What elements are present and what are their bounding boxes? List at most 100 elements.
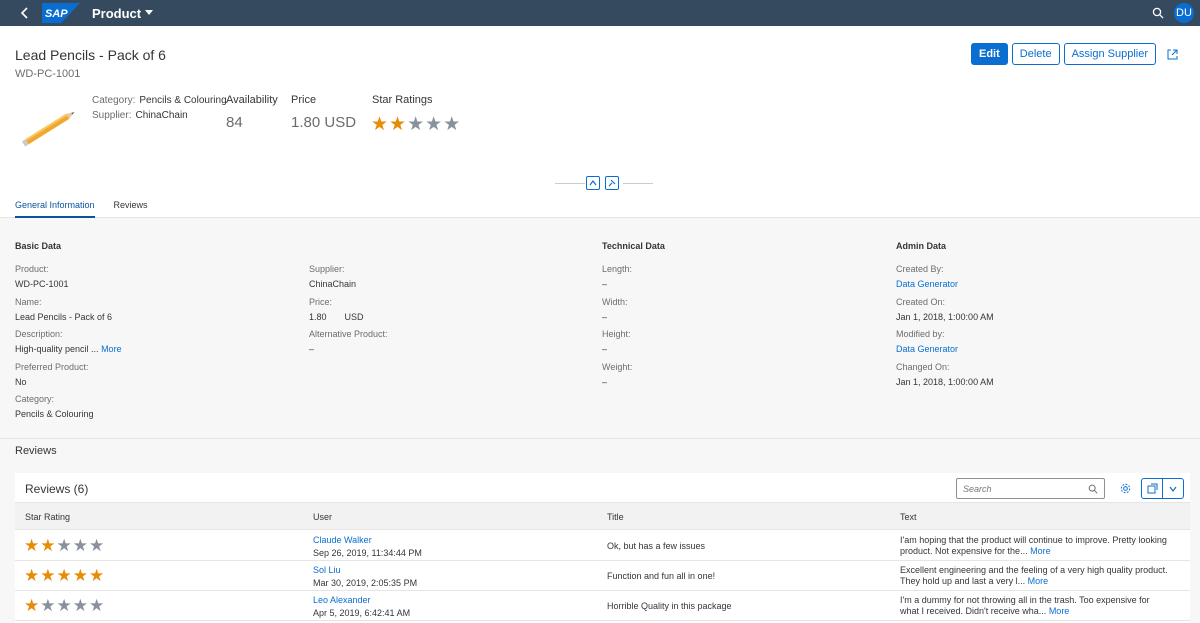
created-by-link[interactable]: Data Generator — [896, 279, 958, 289]
star-filled-icon: ★ — [56, 566, 72, 585]
field-label: Product: — [15, 264, 49, 274]
changed-on-field: Changed On: Jan 1, 2018, 1:00:00 AM — [896, 362, 994, 387]
user-link[interactable]: Leo Alexander — [313, 595, 410, 605]
export-dropdown-button[interactable] — [1162, 479, 1183, 498]
search-icon[interactable] — [1088, 484, 1098, 494]
technical-data-title: Technical Data — [602, 241, 665, 251]
assign-supplier-button[interactable]: Assign Supplier — [1063, 43, 1156, 65]
object-title: Lead Pencils - Pack of 6 — [15, 47, 166, 63]
product-field: Product: WD-PC-1001 — [15, 264, 69, 289]
sap-logo[interactable]: SAP — [42, 3, 80, 23]
star-ratings-label: Star Ratings — [372, 94, 433, 106]
price-label: Price — [291, 94, 317, 106]
preferred-product-field: Preferred Product: No — [15, 362, 89, 387]
supplier-link[interactable]: ChinaChain — [135, 110, 187, 121]
export-menu-button[interactable] — [1141, 478, 1184, 499]
created-by-field: Created By: Data Generator — [896, 264, 958, 289]
table-row[interactable]: ★ ★ ★ ★ ★ Leo Alexander Apr 5, 2019, 6:42:41… — [15, 591, 1190, 621]
supplier-detail-field: Supplier: ChinaChain — [309, 264, 356, 289]
delete-button[interactable]: Delete — [1011, 43, 1060, 65]
review-date: Mar 30, 2019, 2:05:35 PM — [313, 578, 418, 588]
name-field: Name: Lead Pencils - Pack of 6 — [15, 297, 112, 322]
column-header-text[interactable]: Text — [900, 512, 917, 522]
price-value: 1.80 USD — [291, 114, 357, 131]
more-link[interactable]: More — [101, 344, 122, 354]
field-label: Category: — [15, 394, 55, 404]
field-label: Modified by: — [896, 329, 945, 339]
field-value: Pencils & Colouring — [15, 409, 94, 419]
field-value: 1.80 — [309, 312, 327, 322]
star-empty-icon: ★ — [443, 114, 461, 135]
category-field: Category: Pencils & Colouring — [92, 95, 227, 106]
field-value: – — [309, 344, 315, 354]
star-filled-icon: ★ — [40, 536, 56, 555]
pin-header-button[interactable] — [605, 176, 619, 190]
height-field: Height: – — [602, 329, 631, 354]
field-label: Name: — [15, 297, 42, 307]
star-empty-icon: ★ — [425, 114, 443, 135]
gear-icon — [1120, 483, 1130, 494]
field-value-wrap: High-quality pencil ... More — [15, 344, 122, 354]
more-link[interactable]: More — [1030, 546, 1051, 556]
review-text-cell: Excellent engineering and the feeling of… — [900, 565, 1170, 587]
more-link[interactable]: More — [1028, 576, 1049, 586]
user-link[interactable]: Sol Liu — [313, 565, 417, 575]
basic-data-title: Basic Data — [15, 241, 62, 251]
column-header-star-rating[interactable]: Star Rating — [25, 512, 70, 522]
admin-data-title: Admin Data — [896, 241, 947, 251]
modified-by-link[interactable]: Data Generator — [896, 344, 958, 354]
category-detail-field: Category: Pencils & Colouring — [15, 394, 94, 419]
section-divider — [0, 438, 1200, 439]
star-empty-icon: ★ — [407, 114, 425, 135]
share-button[interactable] — [1160, 43, 1184, 65]
star-empty-icon: ★ — [56, 596, 72, 615]
user-link[interactable]: Claude Walker — [313, 535, 422, 545]
field-value: – — [602, 344, 608, 354]
collapse-header-button[interactable] — [586, 176, 600, 190]
table-settings-button[interactable] — [1115, 478, 1135, 499]
star-filled-icon: ★ — [24, 536, 40, 555]
description-field: Description: High-quality pencil ... Mor… — [15, 329, 122, 354]
header-star-rating: ★ ★ ★ ★ ★ — [371, 115, 460, 134]
column-header-user[interactable]: User — [313, 512, 332, 522]
share-icon — [1167, 49, 1177, 59]
export-button[interactable] — [1142, 479, 1162, 498]
pin-icon — [608, 179, 616, 187]
shell-bar: SAP Product DU — [0, 0, 1200, 26]
header-actions: Edit Delete Assign Supplier — [970, 43, 1184, 65]
field-value-wrap: 1.80 USD — [309, 312, 364, 322]
field-value: Jan 1, 2018, 1:00:00 AM — [896, 312, 994, 322]
table-header: Star Rating User Title Text — [15, 502, 1190, 530]
search-input[interactable] — [963, 483, 1073, 494]
field-label: Width: — [602, 297, 628, 307]
search-icon[interactable] — [1152, 7, 1164, 19]
chevron-up-icon — [589, 180, 597, 186]
star-empty-icon: ★ — [56, 536, 72, 555]
field-value: Lead Pencils - Pack of 6 — [15, 312, 113, 322]
table-row[interactable]: ★ ★ ★ ★ ★ Sol Liu Mar 30, 2019, 2:05:35 PM F… — [15, 561, 1190, 591]
back-button[interactable] — [12, 0, 38, 26]
availability-value: 84 — [226, 114, 243, 131]
price-detail-field: Price: 1.80 USD — [309, 297, 364, 322]
more-link[interactable]: More — [1049, 606, 1070, 616]
app-title-menu[interactable]: Product — [92, 6, 154, 21]
field-label: Created On: — [896, 297, 946, 307]
star-filled-icon: ★ — [24, 566, 40, 585]
tab-reviews[interactable]: Reviews — [114, 200, 148, 218]
search-field[interactable] — [956, 478, 1105, 499]
tab-general-information[interactable]: General Information — [15, 200, 95, 218]
row-star-rating: ★ ★ ★ ★ ★ — [24, 567, 104, 584]
field-label: Preferred Product: — [15, 362, 89, 372]
column-header-title[interactable]: Title — [607, 512, 624, 522]
table-row[interactable]: ★ ★ ★ ★ ★ Claude Walker Sep 26, 2019, 11:34:… — [15, 531, 1190, 561]
review-title: Ok, but has a few issues — [607, 541, 706, 551]
user-avatar[interactable]: DU — [1174, 3, 1194, 23]
field-value: – — [602, 377, 608, 387]
star-filled-icon: ★ — [89, 566, 105, 585]
divider — [623, 183, 653, 184]
export-icon — [1147, 483, 1157, 494]
review-title: Function and fun all in one! — [607, 571, 716, 581]
sap-logo-text: SAP — [45, 8, 68, 20]
edit-button[interactable]: Edit — [970, 43, 1008, 65]
object-subtitle: WD-PC-1001 — [15, 68, 81, 80]
